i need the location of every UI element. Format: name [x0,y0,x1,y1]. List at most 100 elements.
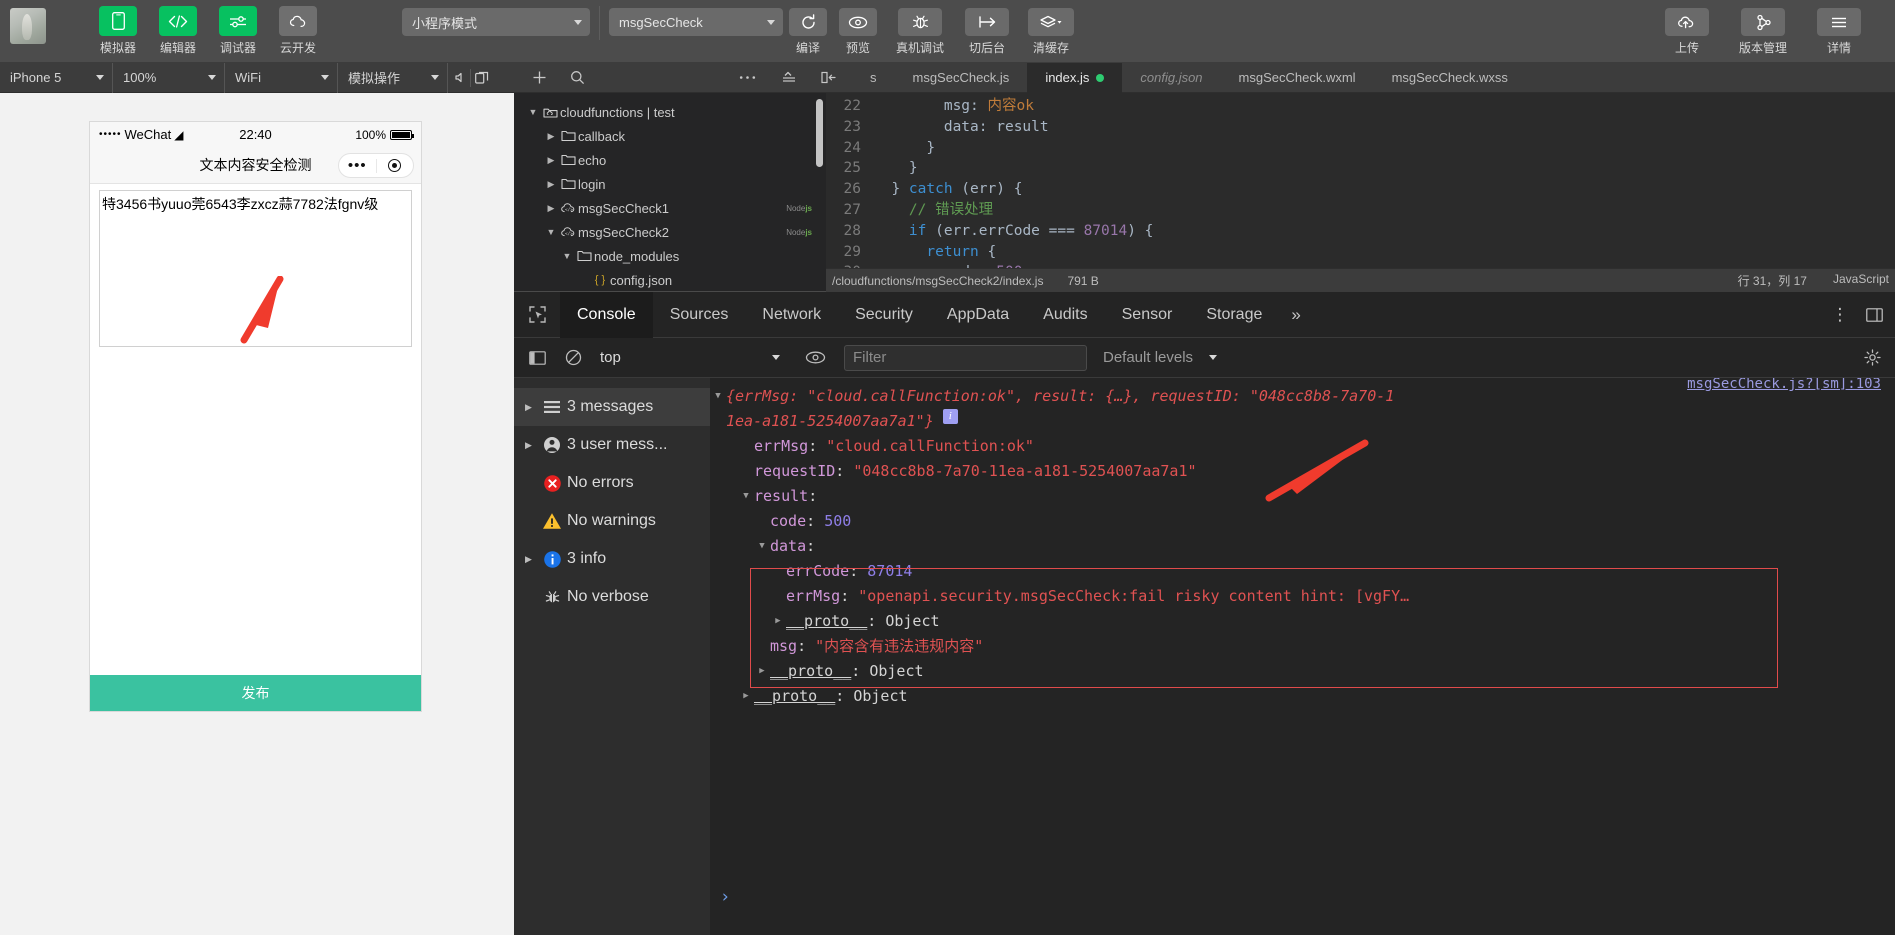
inspect-element-icon[interactable] [514,292,560,338]
log-levels-select[interactable]: Default levels [1103,349,1217,366]
tree-item-echo[interactable]: ▶ echo [514,148,826,172]
cloud-dev-button[interactable]: 云开发 [275,6,321,56]
tab-sensor[interactable]: Sensor [1105,292,1190,338]
zoom-select[interactable]: 100% [113,63,225,93]
editor-button[interactable]: 编辑器 [155,6,201,56]
sidebar-toggle-icon[interactable] [520,341,554,375]
function-select[interactable]: msgSecCheck [609,8,783,36]
device-select[interactable]: iPhone 5 [0,63,113,93]
chevron-right-icon[interactable]: ▶ [520,402,537,413]
code-editor[interactable]: 22 msg: 内容ok 23 data: result 24 } 25 } 2… [826,93,1895,268]
tree-item-callback[interactable]: ▶ callback [514,124,826,148]
tree-item-node-modules[interactable]: ▼ node_modules [514,244,826,268]
tree-item-login[interactable]: ▶ login [514,172,826,196]
split-panel-icon[interactable] [814,63,844,93]
more-icon[interactable]: ••• [339,161,376,171]
console-settings-gear-icon[interactable] [1855,341,1889,375]
sidebar-item-verbose[interactable]: No verbose [514,578,710,616]
expand-toggle-icon[interactable]: ▼ [738,484,754,509]
tab-msgseccheck-wxml[interactable]: msgSecCheck.wxml [1221,63,1374,93]
more-icon[interactable] [732,63,762,93]
sidebar-item-user-messages[interactable]: ▶ 3 user mess... [514,426,710,464]
chevron-right-icon[interactable]: ▶ [520,554,537,565]
tab-index-js[interactable]: index.js [1027,63,1122,93]
target-icon[interactable] [377,159,414,172]
avatar[interactable] [10,8,46,44]
clear-console-icon[interactable] [556,341,590,375]
tab-audits[interactable]: Audits [1026,292,1104,338]
sidebar-item-warnings[interactable]: No warnings [514,502,710,540]
tab-security[interactable]: Security [838,292,930,338]
chevron-down-icon[interactable]: ▼ [526,107,540,117]
search-icon[interactable] [562,63,592,93]
preview-button[interactable]: 预览 [835,8,881,56]
chevron-down-icon[interactable]: ▼ [560,251,574,261]
dock-side-icon[interactable] [1861,297,1887,333]
chevron-right-icon[interactable]: ▶ [544,203,558,214]
tab-msgseccheck-js[interactable]: msgSecCheck.js [895,63,1028,93]
tab-config-json[interactable]: config.json [1122,63,1220,93]
filter-input[interactable]: Filter [844,345,1087,371]
console-log-area[interactable]: msgSecCheck.js?[sm]:103 ▼ {errMsg: "clou… [710,378,1895,935]
compile-button[interactable]: 编译 [785,8,831,56]
editor-status-bar: /cloudfunctions/msgSecCheck2/index.js 79… [826,268,1895,292]
expand-toggle-icon[interactable]: ▶ [770,609,786,634]
tab-label: Security [855,306,913,324]
tab-msgseccheck-wxss[interactable]: msgSecCheck.wxss [1374,63,1526,93]
prop-key: __proto__ [786,609,867,634]
add-icon[interactable] [524,63,554,93]
expand-toggle-icon[interactable]: ▼ [754,534,770,559]
tree-item-cloudfunctions[interactable]: ▼ cloudfunctions | test [514,100,826,124]
simulator-button[interactable]: 模拟器 [95,6,141,56]
chevron-right-icon[interactable]: ▶ [520,440,537,451]
rotate-screen-icon[interactable] [471,63,493,93]
volume-icon[interactable] [448,63,470,93]
version-management-button[interactable]: 版本管理 [1731,8,1795,56]
code-line: 27 // 错误处理 [826,200,1895,221]
tree-item-msgseccheck1[interactable]: ▶ </> msgSecCheck1 Nodejs [514,196,826,220]
tab-appdata[interactable]: AppData [930,292,1026,338]
more-tabs-icon[interactable]: » [1279,305,1312,325]
tree-item-msgseccheck2[interactable]: ▼ </> msgSecCheck2 Nodejs [514,220,826,244]
tab-network[interactable]: Network [745,292,838,338]
info-badge-icon[interactable]: i [943,409,958,424]
chevron-right-icon[interactable]: ▶ [544,131,558,142]
mode-select[interactable]: 小程序模式 [402,8,590,36]
publish-button[interactable]: 发布 [90,675,421,711]
language-mode[interactable]: JavaScript [1833,272,1889,289]
folder-icon [558,130,578,142]
sidebar-item-messages[interactable]: ▶ 3 messages [514,388,710,426]
source-link[interactable]: msgSecCheck.js?[sm]:103 [1687,378,1881,392]
tab-s[interactable]: s [852,63,895,93]
devtools-menu-icon[interactable]: ⋮ [1827,297,1853,333]
debugger-button[interactable]: 调试器 [215,6,261,56]
sidebar-item-info[interactable]: ▶ 3 info [514,540,710,578]
expand-toggle-icon[interactable]: ▼ [710,384,726,409]
tab-storage[interactable]: Storage [1189,292,1279,338]
json-icon: { } [590,274,610,286]
context-select[interactable]: top [592,345,788,371]
simulate-action-select[interactable]: 模拟操作 [338,63,448,93]
tab-sources[interactable]: Sources [653,292,746,338]
chevron-right-icon[interactable]: ▶ [544,179,558,190]
chevron-down-icon[interactable]: ▼ [544,227,558,237]
upload-button[interactable]: 上传 [1663,8,1711,56]
live-expression-eye-icon[interactable] [798,341,832,375]
collapse-all-icon[interactable] [774,63,804,93]
cloud-folder-icon [540,106,560,119]
expand-toggle-icon[interactable]: ▶ [754,659,770,684]
background-button[interactable]: 切后台 [961,8,1013,56]
tab-console[interactable]: Console [560,292,653,338]
expand-toggle-icon[interactable]: ▶ [738,684,754,709]
content-textarea[interactable]: 特3456书yuuo莞6543李zxcz蒜7782法fgnv级 [99,190,412,347]
chevron-right-icon[interactable]: ▶ [544,155,558,166]
sidebar-item-errors[interactable]: No errors [514,464,710,502]
tree-item-config-json[interactable]: { } config.json [514,268,826,291]
chevron-down-icon [431,75,439,80]
network-select[interactable]: WiFi [225,63,338,93]
details-button[interactable]: 详情 [1815,8,1863,56]
capsule-button[interactable]: ••• [338,153,414,178]
clear-cache-button[interactable]: 清缓存 [1025,8,1077,56]
console-prompt[interactable]: › [720,887,730,907]
real-device-debug-button[interactable]: 真机调试 [891,8,949,56]
